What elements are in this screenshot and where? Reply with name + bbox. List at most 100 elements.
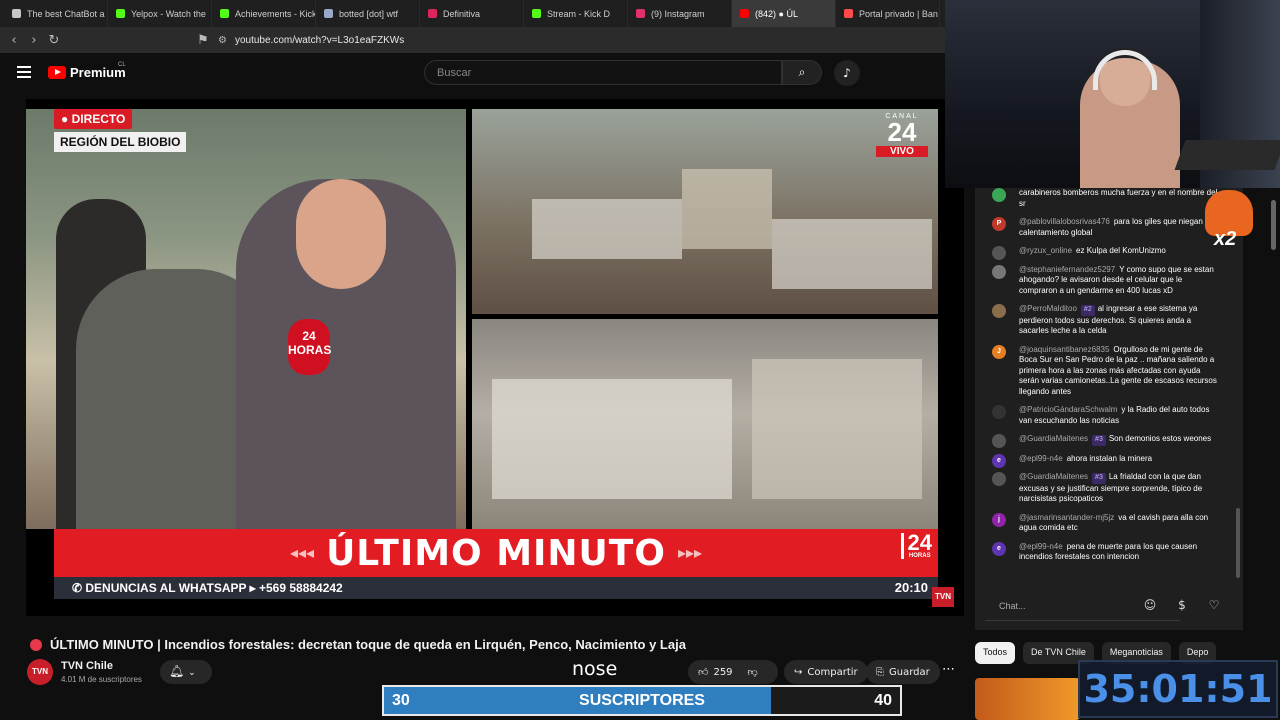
subscriber-goal-bar: 30 SUSCRIPTORES 40 [382, 685, 902, 716]
back-icon[interactable]: ‹ [4, 33, 24, 48]
bookmark-icon[interactable]: ⚑ [193, 33, 213, 48]
chat-author[interactable]: @PerroMalditoo [1019, 304, 1077, 313]
chat-avatar[interactable] [992, 246, 1006, 260]
burned-house-scene [472, 109, 938, 314]
channel-24-logo: CANAL 24 VIVO [876, 113, 928, 157]
super-chat-icon[interactable]: $ [1174, 598, 1190, 614]
youtube-logo[interactable]: Premium CL [48, 62, 126, 80]
browser-tab[interactable]: Portal privado | Ban [836, 0, 940, 27]
browser-tab[interactable]: Achievements - Kick [212, 0, 316, 27]
chat-avatar[interactable] [992, 304, 1006, 318]
banner-left-arrows: ◂◂◂ [289, 545, 315, 562]
chat-avatar[interactable] [992, 264, 1006, 279]
youtube-header: Premium CL Buscar ⌕ ♪ [0, 53, 945, 93]
chat-author[interactable]: @epl99-n4e [1019, 454, 1063, 463]
chat-avatar[interactable] [992, 472, 1006, 486]
chat-rank-badge: #3 [1092, 473, 1106, 484]
microphone-icon[interactable]: ♪ [834, 60, 860, 86]
share-icon: ↪ [794, 666, 803, 678]
tab-label: (9) Instagram [651, 8, 705, 19]
chat-scrollbar[interactable] [1236, 508, 1240, 578]
channel-avatar[interactable]: TVN [27, 659, 53, 685]
page-scrollbar[interactable] [1271, 200, 1276, 250]
chat-message-list[interactable]: carabineros bomberos mucha fuerza y en e… [975, 188, 1243, 588]
search-icon[interactable]: ⌕ [782, 60, 822, 85]
forward-icon[interactable]: › [24, 33, 44, 48]
chat-avatar[interactable]: P [992, 217, 1006, 231]
search-input[interactable]: Buscar [424, 60, 782, 85]
thumbs-down-icon: 👎︎ [747, 667, 758, 678]
microphone-logo: 24 HORAS [288, 319, 331, 375]
tvn-corner-logo: TVN [932, 587, 954, 607]
chat-avatar[interactable] [992, 434, 1006, 448]
tab-favicon-icon [428, 9, 437, 18]
notification-bell-button[interactable]: 🔔︎ ⌄ [160, 660, 212, 684]
chat-avatar[interactable] [992, 405, 1006, 419]
debris [752, 359, 922, 499]
keyboard [1174, 140, 1280, 170]
browser-tab[interactable]: Stream - Kick D [524, 0, 628, 27]
filter-chip[interactable]: Todos [975, 642, 1016, 664]
chat-avatar[interactable]: e [992, 453, 1006, 468]
browser-tab[interactable]: botted [dot] wtf [316, 0, 420, 27]
tab-label: Portal privado | Ban [859, 8, 938, 19]
video-title-row: ÚLTIMO MINUTO | Incendios forestales: de… [30, 637, 686, 652]
debris [772, 219, 932, 289]
chat-author[interactable]: @GuardiaMaitenes [1019, 434, 1088, 443]
related-thumbnail[interactable] [975, 678, 1080, 720]
tab-label: (842) ● ÚL [755, 8, 798, 19]
url-text: youtube.com/watch?v=L3o1eaFZKWs [234, 34, 405, 46]
share-button[interactable]: ↪ Compartir [784, 660, 868, 684]
tab-label: Yelpox - Watch the [131, 8, 206, 19]
browser-tab[interactable]: (9) Instagram [628, 0, 732, 27]
tab-label: Stream - Kick D [547, 8, 611, 19]
chat-author[interactable]: @PatricioGándaraSchwalm [1019, 405, 1117, 414]
save-button[interactable]: ⎘ Guardar [866, 660, 940, 684]
browser-tab[interactable]: The best ChatBot a [4, 0, 108, 27]
browser-tab[interactable]: Yelpox - Watch the [108, 0, 212, 27]
channel-name[interactable]: TVN Chile [61, 660, 113, 672]
headset [1093, 50, 1157, 90]
more-options-icon[interactable]: ⋯ [942, 662, 955, 677]
chat-text: carabineros bomberos mucha fuerza y en e… [1019, 188, 1218, 208]
whatsapp-bar: ✆ DENUNCIAS AL WHATSAPP ▸ +569 58884242 … [54, 577, 938, 599]
video-player[interactable]: 24 HORAS ● DIRECTO REGIÓN DEL BIOBIO CAN… [26, 99, 964, 616]
tab-favicon-icon [740, 9, 749, 18]
chat-message: @GuardiaMaitenes #3 Son demonios estos weo… [975, 434, 1243, 448]
chat-author[interactable]: @stephaniefernandez5297 [1019, 265, 1115, 274]
chat-avatar[interactable]: j [992, 512, 1006, 527]
chat-avatar[interactable]: e [992, 541, 1006, 556]
goal-target: 40 [874, 692, 892, 709]
live-chat-panel: carabineros bomberos mucha fuerza y en e… [975, 188, 1243, 630]
tab-favicon-icon [636, 9, 645, 18]
webcam-overlay [945, 0, 1280, 188]
chat-author[interactable]: @joaquinsantibanez6835 [1019, 345, 1109, 354]
browser-tab[interactable]: (842) ● ÚL [732, 0, 836, 27]
chat-author[interactable]: @ryzux_online [1019, 246, 1072, 255]
chat-author[interactable]: @pablovillalobosrivas476 [1019, 217, 1110, 226]
chat-message: J @joaquinsantibanez6835 Orgulloso de mi g… [975, 344, 1243, 398]
emoji-icon[interactable]: ☺ [1142, 598, 1158, 614]
browser-tab[interactable]: Definitiva [420, 0, 524, 27]
multiplier-label: x2 [1214, 228, 1237, 250]
url-field[interactable]: ⚙ youtube.com/watch?v=L3o1eaFZKWs [218, 31, 938, 49]
chat-author[interactable]: @epl99-n4e [1019, 542, 1063, 551]
chat-author[interactable]: @GuardiaMaitenes [1019, 472, 1088, 481]
heart-icon[interactable]: ♡ [1206, 598, 1222, 614]
reporter-face [296, 179, 386, 289]
stream-timer: 35:01:51 [1078, 660, 1278, 718]
whatsapp-text: ✆ DENUNCIAS AL WHATSAPP ▸ +569 58884242 [72, 581, 343, 595]
thumbs-up-icon: 👍︎ [698, 667, 709, 678]
chat-message: carabineros bomberos mucha fuerza y en e… [975, 188, 1243, 209]
reload-icon[interactable]: ↻ [44, 33, 64, 48]
menu-icon[interactable] [17, 66, 31, 78]
site-info-icon[interactable]: ⚙ [218, 35, 227, 46]
chat-avatar[interactable] [992, 188, 1006, 202]
like-dislike-button[interactable]: 👍︎ 259 👎︎ [688, 660, 778, 684]
chat-message: @GuardiaMaitenes #3 La frialdad con la que… [975, 472, 1243, 505]
overlay-caption: nose [572, 658, 618, 680]
chat-avatar[interactable]: J [992, 344, 1006, 359]
banner-right-arrows: ▸▸▸ [677, 545, 703, 562]
chat-author[interactable]: @jasmarinsantander-mj5jz [1019, 513, 1114, 522]
video-title: ÚLTIMO MINUTO | Incendios forestales: de… [50, 637, 686, 652]
